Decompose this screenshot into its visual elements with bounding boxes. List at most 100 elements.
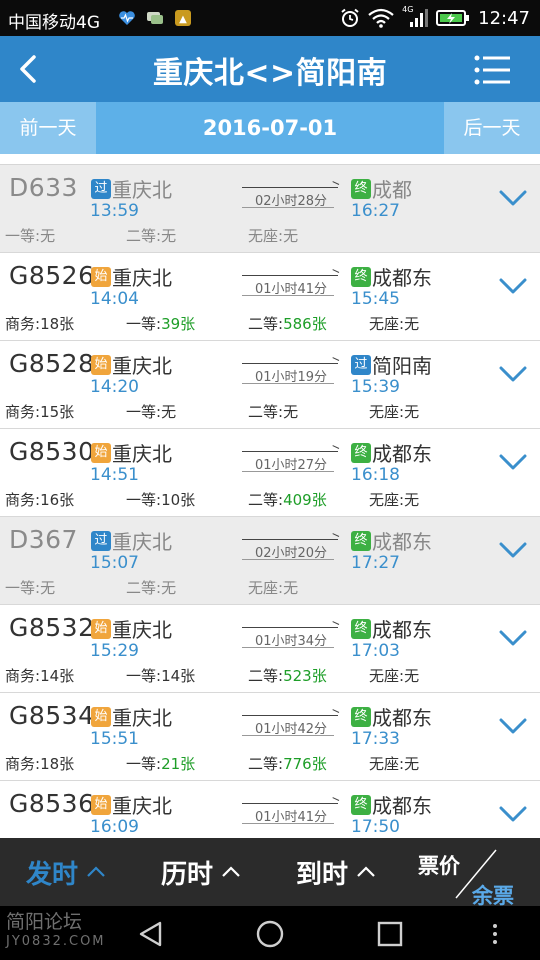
home-circle-icon[interactable] [255,919,285,949]
station-type-badge: 过 [91,530,111,551]
chevron-down-icon[interactable] [498,539,528,561]
back-triangle-icon[interactable] [136,919,166,949]
departure-time: 16:09 [90,817,139,837]
station-type-badge: 始 [91,706,111,727]
seat-availability: 二等:无 [126,225,176,246]
arrival-time: 17:50 [351,817,400,837]
seat-count: 无 [40,579,56,597]
duration-arrow [242,539,338,560]
departure-station-name: 重庆北 [112,354,172,378]
seat-count: 无 [161,579,177,597]
train-row[interactable]: D633 过重庆北 13:59 02小时28分终成都 16:27 一等:无 二等:无 无座:无 [0,165,540,253]
alarm-icon [341,8,359,27]
date-bar: 前一天 2016-07-01 后一天 [0,102,540,154]
seat-availability: 二等:586张 [248,313,327,334]
seat-class-label: 一等: [126,491,162,509]
train-row[interactable]: G8530 始重庆北 14:51 01小时27分终成都东 16:18 商务:16张 一等:1… [0,429,540,517]
sort-by-duration-button[interactable]: 历时 [161,856,241,890]
train-row[interactable]: G8526 始重庆北 14:04 01小时41分 终成都东 15:45 商务:18张 一等:3… [0,253,540,341]
chevron-down-icon[interactable] [498,275,528,297]
train-row[interactable]: G8534 始重庆北 15:51 01小时42分 终成都东 17:33 商务:18张 一等:2… [0,693,540,781]
departure-station-name: 重庆北 [112,178,172,202]
travel-duration: 01小时41分 [254,282,328,297]
seat-availability: 商务:18张 [5,753,74,774]
train-list[interactable]: D633 过重庆北 13:59 02小时28分终成都 16:27 一等:无 二等:无 无座:无… [0,164,540,838]
departure-time: 14:51 [90,465,139,485]
train-row[interactable]: G8532 始重庆北 15:29 01小时34分终成都东 17:03 商务:14张 一等:1… [0,605,540,693]
seat-count: 15张 [40,403,75,421]
sort-duration-label: 历时 [161,859,214,890]
status-bar: 中国移动4G ▲ 4G 12:47 [0,0,540,36]
seat-count: 无 [161,403,177,421]
seat-class-label: 无座: [369,315,405,333]
seat-availability: 无座:无 [248,577,298,598]
seat-class-label: 二等: [248,667,284,685]
travel-duration: 01小时42分 [254,722,328,737]
svg-text:▲: ▲ [179,14,187,25]
station-type-badge: 终 [351,178,371,199]
train-row[interactable]: G8528 始重庆北 14:20 01小时19分过简阳南 15:39 商务:15张 一等:无… [0,341,540,429]
chevron-down-icon[interactable] [498,715,528,737]
arrival-station-name: 成都 [372,178,412,202]
train-row[interactable]: G8536 始重庆北 16:09 01小时41分 终成都东 17:50 [0,781,540,838]
seat-count: 无 [404,491,420,509]
train-number: G8530 [9,437,95,466]
seat-availability: 无座:无 [248,225,298,246]
seat-availability: 商务:15张 [5,401,74,422]
chevron-down-icon[interactable] [498,627,528,649]
departure-station-name: 重庆北 [112,266,172,290]
seat-class-label: 二等: [126,579,162,597]
arrival-station: 终成都东 [351,702,432,731]
departure-station-name: 重庆北 [112,442,172,466]
seat-count: 无 [283,403,299,421]
arrival-station-name: 成都东 [372,618,432,642]
seat-count: 586张 [283,315,327,333]
station-type-badge: 终 [351,618,371,639]
status-right: 4G 12:47 [340,5,530,29]
seat-count: 39张 [161,315,196,333]
arrival-station: 终成都东 [351,526,432,555]
seat-availability: 二等:无 [126,577,176,598]
departure-station: 始重庆北 [91,614,172,643]
seat-class-label: 一等: [126,315,162,333]
train-number: D633 [9,173,78,202]
departure-station-name: 重庆北 [112,530,172,554]
seat-availability: 无座:无 [369,665,419,686]
recents-square-icon[interactable] [375,919,405,949]
seat-class-label: 无座: [369,403,405,421]
seat-count: 776张 [283,755,327,773]
arrival-station: 终成都东 [351,438,432,467]
sort-arrival-label: 到时 [296,859,349,890]
seat-availability: 一等:无 [5,225,55,246]
previous-day-button[interactable]: 前一天 [0,102,96,154]
seat-count: 14张 [161,667,196,685]
chevron-down-icon[interactable] [498,451,528,473]
station-type-badge: 终 [351,706,371,727]
train-row[interactable]: D367 过重庆北 15:07 02小时20分终成都东 17:27 一等:无 二等:无 无座:… [0,517,540,605]
clock-time: 12:47 [478,7,530,29]
more-dots-icon[interactable] [480,919,510,949]
chevron-down-icon[interactable] [498,363,528,385]
train-number: G8536 [9,789,95,818]
arrival-time: 15:45 [351,289,400,309]
selected-date[interactable]: 2016-07-01 [96,102,444,154]
arrival-station-name: 成都东 [372,530,432,554]
list-menu-icon[interactable] [474,55,510,85]
departure-station: 始重庆北 [91,438,172,467]
system-nav-bar: 简阳论坛 JY0832.COM [0,906,540,960]
seat-availability: 无座:无 [369,489,419,510]
arrival-station: 终成都 [351,174,412,203]
seat-availability: 二等:523张 [248,665,327,686]
chevron-up-icon [357,866,375,877]
sort-by-departure-button[interactable]: 发时 [26,856,106,890]
seat-availability: 一等:14张 [126,665,195,686]
station-type-badge: 始 [91,794,111,815]
forum-watermark: 简阳论坛 JY0832.COM [6,912,106,952]
next-day-button[interactable]: 后一天 [444,102,540,154]
sort-by-arrival-button[interactable]: 到时 [296,856,376,890]
chevron-down-icon[interactable] [498,187,528,209]
seat-count: 523张 [283,667,327,685]
chevron-down-icon[interactable] [498,803,528,825]
departure-time: 13:59 [90,201,139,221]
seat-availability: 一等:无 [126,401,176,422]
